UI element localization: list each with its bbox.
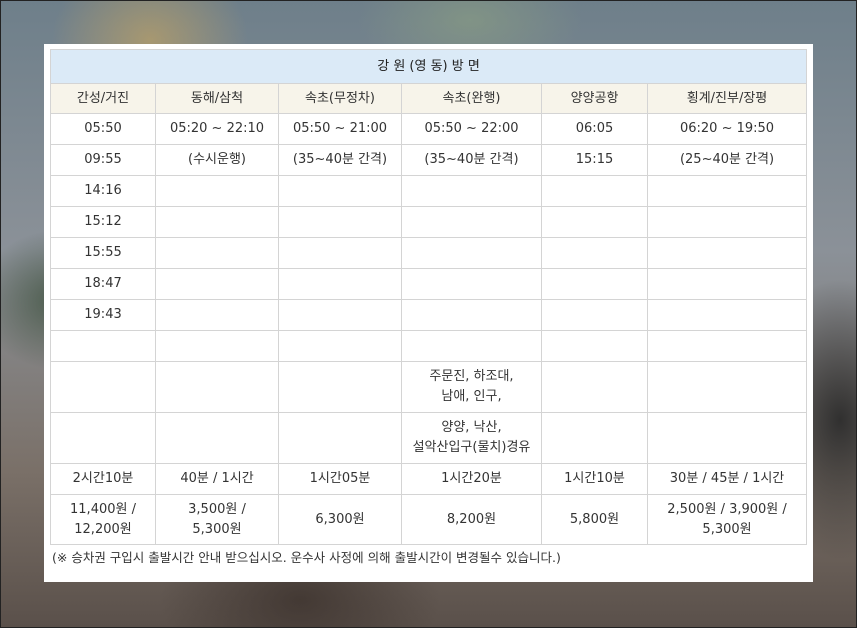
table-cell — [646, 175, 808, 207]
table-cell — [401, 299, 542, 331]
time-row: 09:55 (수시운행) (35~40분 간격) (35~40분 간격) 15:15 (2… — [50, 144, 808, 176]
table-cell — [646, 237, 808, 269]
table-cell — [155, 206, 279, 238]
table-cell — [541, 175, 648, 207]
table-cell — [541, 330, 648, 362]
time-row: 15:12 — [50, 206, 808, 238]
table-cell — [401, 268, 542, 300]
duration-row: 2시간10분 40분 / 1시간 1시간05분 1시간20분 1시간10분 30분 / 4… — [50, 463, 808, 495]
table-cell: 18:47 — [50, 268, 156, 300]
table-cell — [541, 206, 648, 238]
time-row: 14:16 — [50, 175, 808, 207]
table-cell: 1시간05분 — [278, 463, 402, 495]
table-cell: (25~40분 간격) — [646, 144, 808, 176]
table-cell: 1시간20분 — [401, 463, 542, 495]
table-cell: (35~40분 간격) — [278, 144, 402, 176]
column-header: 횡계/진부/장평 — [646, 83, 808, 114]
table-cell — [646, 299, 808, 331]
via-row: 주문진, 하조대, 남애, 인구, — [50, 361, 808, 413]
table-cell — [541, 268, 648, 300]
table-cell — [155, 330, 279, 362]
table-cell — [50, 412, 156, 464]
table-cell — [401, 175, 542, 207]
table-cell: 6,300원 — [278, 494, 402, 545]
table-cell — [646, 206, 808, 238]
table-cell — [50, 361, 156, 413]
table-cell: 09:55 — [50, 144, 156, 176]
table-cell — [541, 412, 648, 464]
fare-row: 11,400원 /12,200원 3,500원 /5,300원 6,300원 8,20… — [50, 494, 808, 545]
table-cell: 1시간10분 — [541, 463, 648, 495]
table-title: 강 원 (영 동) 방 면 — [49, 49, 808, 84]
table-cell: (35~40분 간격) — [401, 144, 542, 176]
table-cell: 05:50 ~ 22:00 — [401, 113, 542, 145]
time-row: 18:47 — [50, 268, 808, 300]
time-row: 19:43 — [50, 299, 808, 331]
table-cell: 11,400원 /12,200원 — [50, 494, 156, 545]
table-cell — [401, 237, 542, 269]
time-row: 15:55 — [50, 237, 808, 269]
column-header: 양양공항 — [541, 83, 648, 114]
table-cell — [155, 299, 279, 331]
table-cell: 06:20 ~ 19:50 — [646, 113, 808, 145]
table-cell — [401, 206, 542, 238]
table-cell: 양양, 낙산, 설악산입구(물치)경유 — [401, 412, 542, 464]
notice-text: (※ 승차권 구입시 출발시간 안내 받으십시오. 운수사 사정에 의해 출발시… — [52, 550, 561, 565]
table-cell — [155, 361, 279, 413]
via-row: 양양, 낙산, 설악산입구(물치)경유 — [50, 412, 808, 464]
table-cell — [646, 330, 808, 362]
time-row — [50, 330, 808, 362]
table-cell — [541, 299, 648, 331]
table-cell — [278, 330, 402, 362]
table-cell — [401, 330, 542, 362]
table-cell — [155, 237, 279, 269]
column-header: 속초(무정차) — [278, 83, 402, 114]
table-cell: 19:43 — [50, 299, 156, 331]
table-cell — [50, 330, 156, 362]
table-cell: 2,500원 / 3,900원 /5,300원 — [646, 494, 808, 545]
table-cell: 05:50 ~ 21:00 — [278, 113, 402, 145]
bus-schedule-table: 강 원 (영 동) 방 면 간성/거진 동해/삼척 속초(무정차) 속초(완행) 양양공… — [49, 49, 808, 545]
time-row: 05:50 05:20 ~ 22:10 05:50 ~ 21:00 05:50 ~ 2… — [50, 113, 808, 145]
table-cell — [646, 268, 808, 300]
table-cell: 14:16 — [50, 175, 156, 207]
column-header: 동해/삼척 — [155, 83, 279, 114]
column-header: 속초(완행) — [401, 83, 542, 114]
table-cell: 5,800원 — [541, 494, 648, 545]
table-cell — [155, 268, 279, 300]
table-cell: 8,200원 — [401, 494, 542, 545]
table-cell: 주문진, 하조대, 남애, 인구, — [401, 361, 542, 413]
table-cell: 30분 / 45분 / 1시간 — [646, 463, 808, 495]
schedule-panel: 강 원 (영 동) 방 면 간성/거진 동해/삼척 속초(무정차) 속초(완행) 양양공… — [44, 44, 813, 582]
table-cell: 3,500원 /5,300원 — [155, 494, 279, 545]
table-cell: (수시운행) — [155, 144, 279, 176]
table-cell — [646, 412, 808, 464]
table-cell — [541, 237, 648, 269]
table-cell: 05:20 ~ 22:10 — [155, 113, 279, 145]
table-cell: 05:50 — [50, 113, 156, 145]
table-cell: 15:55 — [50, 237, 156, 269]
column-header: 간성/거진 — [50, 83, 156, 114]
table-cell — [278, 412, 402, 464]
table-cell — [155, 175, 279, 207]
table-cell — [278, 237, 402, 269]
table-cell: 40분 / 1시간 — [155, 463, 279, 495]
table-cell — [278, 175, 402, 207]
table-cell: 06:05 — [541, 113, 648, 145]
table-cell — [541, 361, 648, 413]
table-cell — [646, 361, 808, 413]
table-cell — [278, 206, 402, 238]
table-cell — [155, 412, 279, 464]
table-cell: 2시간10분 — [50, 463, 156, 495]
table-cell — [278, 299, 402, 331]
table-cell: 15:12 — [50, 206, 156, 238]
table-cell — [278, 361, 402, 413]
table-cell — [278, 268, 402, 300]
table-cell: 15:15 — [541, 144, 648, 176]
